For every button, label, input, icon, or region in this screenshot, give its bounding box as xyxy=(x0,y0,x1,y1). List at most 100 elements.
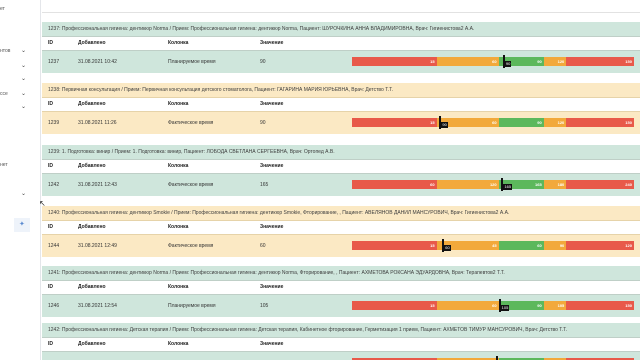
header-column: Колонка xyxy=(168,224,189,230)
scale-tick-label: 150 xyxy=(625,59,632,64)
header-column: Колонка xyxy=(168,101,189,107)
visit-card: 1240: Профессиональная гигиена: дентикюр… xyxy=(42,206,640,257)
header-value: Значение xyxy=(260,40,284,46)
sidebar-item-4[interactable]: ссе xyxy=(0,91,8,97)
scale-segment-red: 150 xyxy=(566,301,634,310)
cell-id: 1242 xyxy=(48,182,60,188)
cell-column: Планируемое время xyxy=(168,303,216,309)
scale-tick-label: 120 xyxy=(489,182,497,187)
chevron-down-icon[interactable]: ⌄ xyxy=(21,62,26,69)
table-header-row: ID Добавлено Колонка Значение xyxy=(42,36,640,50)
table-row[interactable]: 1246 31.08.2021 12:54 Планируемое время 105… xyxy=(42,294,640,317)
cell-added: 31.08.2021 12:43 xyxy=(78,182,117,188)
scale-tick-label: 60 xyxy=(430,182,435,187)
scale-segment-orange: 120 xyxy=(543,118,567,127)
visit-card: 1238: Первичная консультация / Прием: Пе… xyxy=(42,83,640,134)
header-value: Значение xyxy=(260,341,284,347)
scale-segment-red: 60 xyxy=(352,180,437,189)
sidebar-item-0[interactable]: ет xyxy=(0,6,5,12)
scale-segment-orange: 60 xyxy=(436,57,499,66)
cell-id: 1244 xyxy=(48,243,60,249)
header-added: Добавлено xyxy=(78,163,106,169)
header-added: Добавлено xyxy=(78,40,106,46)
time-scale-bar: 15 60 90 105 150 105 xyxy=(352,299,634,312)
cell-column: Планируемое время xyxy=(168,59,216,65)
chevron-down-icon[interactable]: ⌄ xyxy=(21,90,26,97)
table-header-row: ID Добавлено Колонка Значение xyxy=(42,220,640,234)
time-scale-bar: 15 60 90 120 150 90 xyxy=(352,55,634,68)
scale-tick-label: 15 xyxy=(430,59,435,64)
scale-tick-label: 60 xyxy=(492,120,497,125)
header-value: Значение xyxy=(260,101,284,107)
table-header-row: ID Добавлено Колонка Значение xyxy=(42,159,640,173)
cell-value: 90 xyxy=(260,59,266,65)
scale-segment-orange: 120 xyxy=(436,180,499,189)
table-row[interactable]: 1244 31.08.2021 12:49 Фактическое время 60 1… xyxy=(42,234,640,257)
scale-tick-label: 90 xyxy=(537,59,542,64)
header-id: ID xyxy=(48,101,53,107)
cell-added: 31.08.2021 12:54 xyxy=(78,303,117,309)
scale-segment-red: 15 xyxy=(352,57,437,66)
scale-segment-green: 90 xyxy=(498,118,544,127)
value-marker-label: 90 xyxy=(504,61,512,67)
scale-tick-label: 240 xyxy=(625,182,632,187)
card-title: 1238: Первичная консультация / Прием: Пе… xyxy=(48,87,393,93)
header-id: ID xyxy=(48,284,53,290)
gear-icon[interactable]: ✦ xyxy=(19,220,25,228)
scale-tick-label: 15 xyxy=(430,243,435,248)
scale-segment-orange: 90 xyxy=(543,241,567,250)
table-row[interactable]: 1242 31.08.2021 12:43 Фактическое время 165… xyxy=(42,173,640,196)
chevron-down-icon[interactable]: ⌄ xyxy=(21,190,26,197)
value-marker-label: 165 xyxy=(503,184,513,190)
chevron-down-icon[interactable]: ⌄ xyxy=(21,75,26,82)
cell-id: 1247 xyxy=(48,352,59,360)
scale-segment-red: 15 xyxy=(352,118,437,127)
chevron-down-icon[interactable]: ⌄ xyxy=(21,103,26,110)
header-id: ID xyxy=(48,341,53,347)
card-title: 1239: 1. Подготовка: винир / Прием: 1. П… xyxy=(48,149,335,155)
scale-segment-red: 150 xyxy=(566,57,634,66)
header-id: ID xyxy=(48,224,53,230)
cell-id: 1237 xyxy=(48,59,60,65)
scale-tick-label: 60 xyxy=(492,303,497,308)
scale-tick-label: 90 xyxy=(537,303,542,308)
table-header-row: ID Добавлено Колонка Значение xyxy=(42,280,640,294)
scale-tick-label: 120 xyxy=(625,243,632,248)
value-marker-label: 105 xyxy=(500,305,510,311)
scale-tick-label: 150 xyxy=(625,303,632,308)
scale-tick-label: 15 xyxy=(430,120,435,125)
cell-added: 31.08.2021 12:49 xyxy=(78,243,117,249)
sidebar-item-1[interactable]: нтов xyxy=(0,48,10,54)
scale-tick-label: 180 xyxy=(557,182,565,187)
value-marker-label: 60 xyxy=(444,245,451,251)
visit-card: 1241: Профессиональная гигиена: дентикюр… xyxy=(42,266,640,317)
visit-card: 1239: 1. Подготовка: винир / Прием: 1. П… xyxy=(42,145,640,196)
scale-tick-label: 165 xyxy=(535,182,542,187)
table-row[interactable]: 124731.08.2021 14:05Фактическое время751… xyxy=(42,351,640,360)
card-title: 1240: Профессиональная гигиена: дентикюр… xyxy=(48,210,510,216)
header-added: Добавлено xyxy=(78,341,106,347)
scale-segment-orange: 120 xyxy=(543,57,567,66)
visit-card: 1242: Профессиональная гигиена: Детская … xyxy=(42,323,640,360)
header-added: Добавлено xyxy=(78,284,106,290)
table-row[interactable]: 1239 31.08.2021 11:26 Фактическое время 90 1… xyxy=(42,111,640,134)
chevron-down-icon[interactable]: ⌄ xyxy=(21,47,26,54)
header-column: Колонка xyxy=(168,163,189,169)
header-id: ID xyxy=(48,40,53,46)
table-header-row: ID Добавлено Колонка Значение xyxy=(42,337,640,351)
scale-segment-red: 120 xyxy=(566,241,634,250)
header-value: Значение xyxy=(260,163,284,169)
sidebar-item-5[interactable]: нет xyxy=(0,162,8,168)
cell-id: 1246 xyxy=(48,303,60,309)
card-title: 1237: Профессиональная гигиена: дентикюр… xyxy=(48,26,475,32)
value-marker-label: 90 xyxy=(441,122,448,128)
header-value: Значение xyxy=(260,284,284,290)
cell-added: 31.08.2021 14:05 xyxy=(78,352,117,360)
visit-card: 1237: Профессиональная гигиена: дентикюр… xyxy=(42,22,640,73)
table-row[interactable]: 1237 31.08.2021 10:42 Планируемое время 90 1… xyxy=(42,50,640,73)
scale-tick-label: 120 xyxy=(557,59,565,64)
header-id: ID xyxy=(48,163,53,169)
cell-value: 60 xyxy=(260,243,266,249)
scale-segment-green: 60 xyxy=(498,241,544,250)
scale-tick-label: 105 xyxy=(557,303,565,308)
